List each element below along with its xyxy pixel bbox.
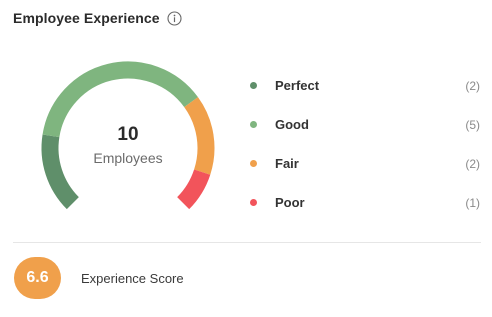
score-label: Experience Score [81,270,184,286]
legend-dot-poor [250,199,257,206]
legend-count: (5) [465,117,480,132]
employee-experience-card: Employee Experience 10 Employees Perfect… [0,0,492,317]
card-title: Employee Experience [13,10,160,26]
legend-count: (2) [465,78,480,93]
legend-label: Good [275,117,309,132]
legend-count: (2) [465,156,480,171]
legend-item-poor[interactable]: Poor (1) [244,183,482,222]
legend-item-perfect[interactable]: Perfect (2) [244,66,482,105]
gauge-legend: Perfect (2) Good (5) Fair (2) Poor (1) [244,66,482,222]
legend-label: Fair [275,156,299,171]
employee-gauge: 10 Employees [38,58,218,224]
score-badge: 6.6 [14,257,61,299]
employee-count: 10 [117,123,139,145]
divider [13,242,481,243]
info-icon[interactable] [167,10,182,26]
legend-dot-fair [250,160,257,167]
employee-count-label: Employees [93,149,163,166]
legend-dot-perfect [250,82,257,89]
experience-score: 6.6 Experience Score [14,257,184,299]
card-header: Employee Experience [13,10,182,26]
legend-item-good[interactable]: Good (5) [244,105,482,144]
legend-label: Poor [275,195,305,210]
legend-dot-good [250,121,257,128]
legend-count: (1) [465,195,480,210]
legend-label: Perfect [275,78,320,93]
legend-item-fair[interactable]: Fair (2) [244,144,482,183]
gauge-center: 10 Employees [38,58,218,238]
